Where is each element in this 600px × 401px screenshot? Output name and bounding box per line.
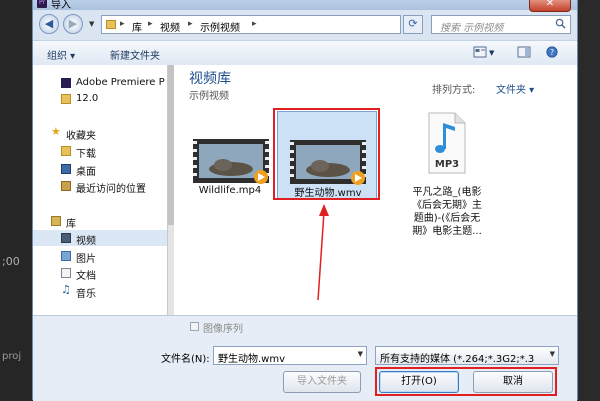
nav-scrollbar[interactable] [167,65,174,315]
breadcrumb-videos[interactable]: 视频 [160,19,180,34]
nav-item-music[interactable]: ♫ 音乐 [33,283,167,300]
file-item[interactable]: MP3 平凡之路_(电影 《后会无期》主 题曲)-(《后会无 期》电影主题... [399,111,495,241]
file-name: Wildlife.mp4 [198,185,262,196]
annotation-highlight-file [273,108,380,200]
background-project-label: proj [2,351,22,362]
import-folder-button[interactable]: 导入文件夹 [283,371,361,393]
recent-locations-dropdown-icon[interactable]: ▼ [89,20,94,28]
image-sequence-checkbox[interactable] [190,322,199,331]
folder-icon [61,146,71,156]
nav-item-label: 最近访问的位置 [76,184,146,195]
premiere-icon: Pr [37,0,47,8]
nav-item-12-0[interactable]: 12.0 [33,91,167,107]
file-type-select[interactable]: 所有支持的媒体 (*.264;*.3G2;*.3 ▼ [375,346,559,365]
filename-field[interactable]: 野生动物.wmv ▼ [213,346,367,365]
nav-item-label: 桌面 [76,167,96,178]
nav-item-label: 收藏夹 [66,131,96,142]
nav-item-libraries[interactable]: 库 [33,213,167,230]
preview-pane-icon[interactable] [517,46,531,58]
arrange-by-dropdown[interactable]: 文件夹 ▾ [496,81,534,96]
file-type-value: 所有支持的媒体 (*.264;*.3G2;*.3 [380,354,535,365]
nav-item-pictures[interactable]: 图片 [33,248,167,265]
address-bar[interactable]: ▸ 库 ▸ 视频 ▸ 示例视频 ▸ [101,15,401,34]
background-app-right [578,0,600,400]
library-title: 视频库 [189,71,231,87]
premiere-icon [61,78,71,88]
star-icon: ★ [51,125,61,138]
nav-item-adobe-premiere[interactable]: Adobe Premiere P [33,75,167,91]
annotation-highlight-buttons [375,367,557,396]
breadcrumb-separator[interactable]: ▸ [188,19,193,29]
help-icon[interactable]: ? [545,46,559,58]
nav-item-favorites[interactable]: ★ 收藏夹 [33,125,167,142]
filename-label: 文件名(N): [161,354,210,365]
desktop-icon [61,164,71,174]
view-dropdown-icon[interactable]: ▼ [489,49,494,57]
video-thumbnail-icon [193,139,269,184]
nav-item-downloads[interactable]: 下载 [33,143,167,160]
view-options-icon[interactable] [473,46,487,58]
nav-item-label: 下载 [76,149,96,160]
address-row: ◀ ▶ ▼ ▸ 库 ▸ 视频 ▸ 示例视频 ▸ ⟳ 搜索 示例视频 [33,10,577,38]
file-item[interactable]: Wildlife.mp4 [186,109,274,219]
title-bar: Pr 导入 ✕ [33,0,577,12]
breadcrumb-sample-videos[interactable]: 示例视频 [200,19,240,34]
file-name-line: 期》电影主题... [412,226,482,237]
organize-menu[interactable]: 组织 ▾ [47,47,75,62]
chevron-down-icon[interactable]: ▼ [550,350,555,358]
refresh-button[interactable]: ⟳ [403,15,423,34]
new-folder-button[interactable]: 新建文件夹 [110,47,160,62]
import-dialog: Pr 导入 ✕ ◀ ▶ ▼ ▸ 库 ▸ 视频 ▸ 示例视频 ▸ ⟳ 搜索 示例视… [32,0,578,401]
library-icon [51,216,61,226]
arrange-by-label: 排列方式: [432,85,476,96]
back-button[interactable]: ◀ [39,14,59,34]
breadcrumb-library[interactable]: 库 [132,19,142,34]
image-sequence-label: 图像序列 [203,324,243,335]
nav-item-label: 视频 [76,236,96,247]
nav-item-label: 图片 [76,254,96,265]
nav-item-label: Adobe Premiere P [76,77,165,88]
nav-item-label: 音乐 [76,289,96,300]
background-timecode: ;00 [2,255,20,268]
forward-button[interactable]: ▶ [63,14,83,34]
toolbar: 组织 ▾ 新建文件夹 ▼ ? [33,40,577,66]
nav-item-recent-places[interactable]: 最近访问的位置 [33,178,167,195]
nav-item-label: 库 [66,219,76,230]
nav-item-desktop[interactable]: 桌面 [33,161,167,178]
background-app-left [0,0,32,400]
folder-icon [106,20,116,29]
breadcrumb-separator[interactable]: ▸ [252,19,257,29]
navigation-pane: Adobe Premiere P 12.0 ★ 收藏夹 下载 桌面 最近访问的位… [33,65,168,315]
chevron-down-icon[interactable]: ▼ [358,350,363,358]
mp3-badge: MP3 [434,159,460,170]
picture-icon [61,251,71,261]
filename-value: 野生动物.wmv [218,354,286,365]
nav-item-videos[interactable]: 视频 [33,230,167,247]
search-placeholder: 搜索 示例视频 [440,23,504,34]
svg-text:?: ? [550,48,554,57]
breadcrumb-separator[interactable]: ▸ [120,19,125,29]
breadcrumb-separator[interactable]: ▸ [148,19,153,29]
library-subtitle: 示例视频 [189,91,229,102]
video-icon [61,233,71,243]
folder-icon [61,94,71,104]
recent-icon [61,181,71,191]
nav-item-label: 文档 [76,271,96,282]
search-icon[interactable] [555,18,566,29]
search-input[interactable]: 搜索 示例视频 [431,15,571,34]
nav-item-documents[interactable]: 文档 [33,265,167,282]
music-icon: ♫ [61,283,71,296]
nav-item-label: 12.0 [76,93,99,104]
document-icon [61,268,71,278]
